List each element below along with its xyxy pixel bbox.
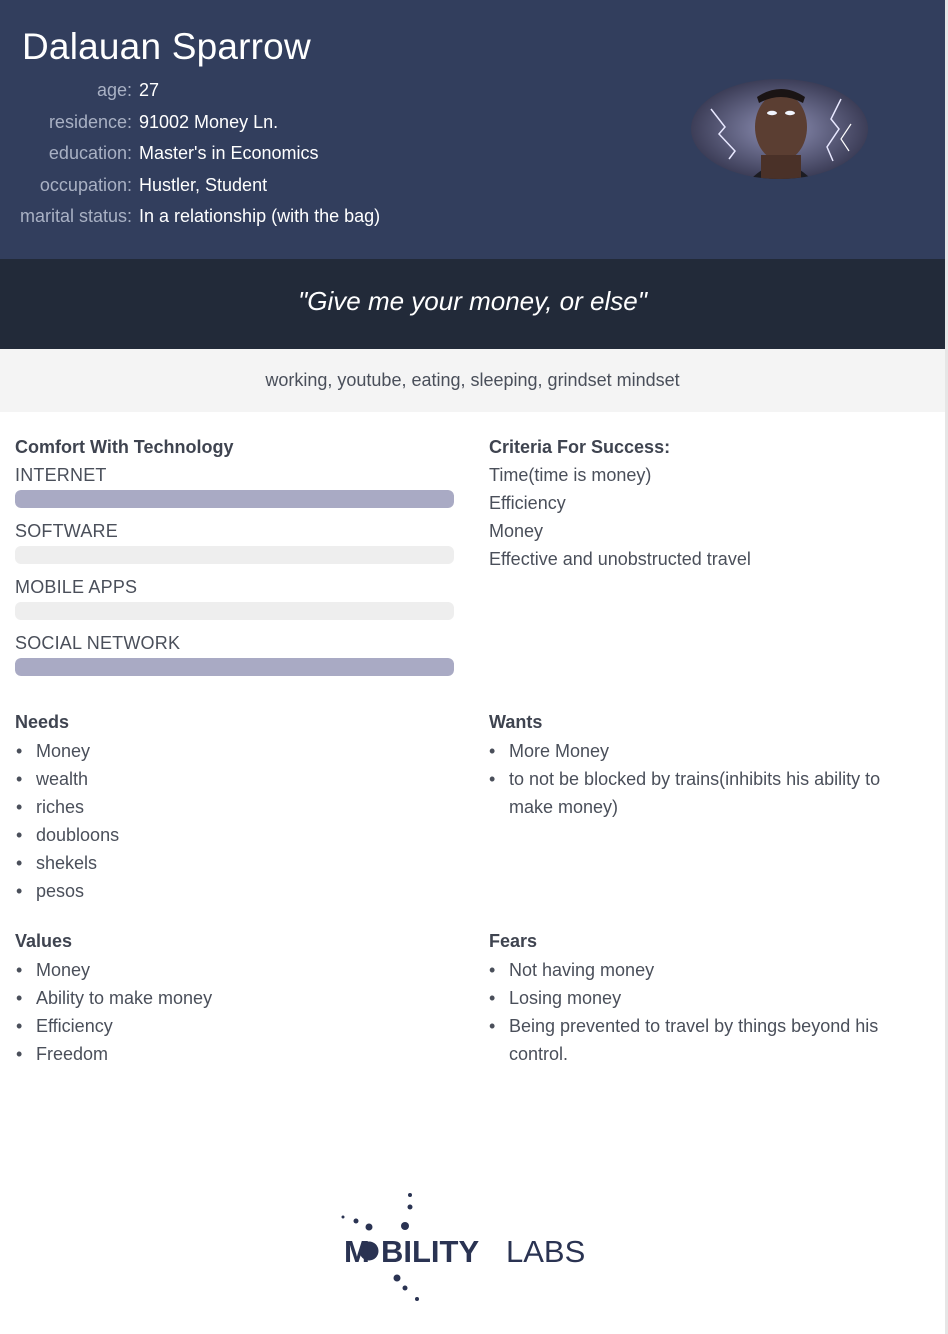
persona-hobbies: working, youtube, eating, sleeping, grin… [265, 370, 680, 390]
fact-label: education: [48, 143, 132, 163]
tech-bar-software [15, 546, 454, 564]
tech-bar-social-network [15, 658, 454, 676]
wants-list: More Money to not be blocked by trains(i… [489, 737, 909, 821]
list-item: Being prevented to travel by things beyo… [489, 1012, 909, 1068]
list-item: to not be blocked by trains(inhibits his… [489, 765, 909, 821]
logo-letter-m: M [344, 1234, 370, 1269]
avatar-photo [691, 79, 868, 179]
persona-page: Dalauan Sparrow age: 27 residence: 91002… [0, 0, 945, 1334]
values-list: Money Ability to make money Efficiency F… [16, 956, 446, 1068]
persona-name: Dalauan Sparrow [22, 26, 311, 67]
wants-title: Wants [489, 712, 543, 732]
criteria-item: Efficiency [489, 493, 566, 513]
list-item: riches [16, 793, 446, 821]
tech-title: Comfort With Technology [15, 437, 234, 457]
tech-label-social-network: SOCIAL NETWORK [15, 633, 181, 653]
list-item: Money [16, 956, 446, 984]
logo-text-labs: LABS [506, 1234, 585, 1269]
mobility-labs-logo: M BILITY LABS [336, 1190, 606, 1305]
list-item: doubloons [16, 821, 446, 849]
persona-avatar [691, 79, 868, 179]
fact-value: 91002 Money Ln. [139, 112, 279, 132]
fact-value: Master's in Economics [139, 143, 319, 163]
logo-text-bility: BILITY [381, 1234, 479, 1269]
list-item: Money [16, 737, 446, 765]
tech-bar-fill [15, 658, 454, 676]
list-item: shekels [16, 849, 446, 877]
fact-value: Hustler, Student [139, 175, 268, 195]
needs-list: Money wealth riches doubloons shekels pe… [16, 737, 446, 905]
criteria-item: Time(time is money) [489, 465, 652, 485]
fact-label: age: [96, 80, 132, 100]
tech-label-software: SOFTWARE [15, 521, 118, 541]
fact-value: In a relationship (with the bag) [139, 206, 381, 226]
values-title: Values [15, 931, 73, 951]
criteria-item: Money [489, 521, 544, 541]
list-item: wealth [16, 765, 446, 793]
fact-label: residence: [48, 112, 132, 132]
needs-title: Needs [15, 712, 70, 732]
tech-bar-internet [15, 490, 454, 508]
criteria-item: Effective and unobstructed travel [489, 549, 751, 569]
list-item: More Money [489, 737, 909, 765]
fact-label: occupation: [39, 175, 132, 195]
tech-bar-mobile-apps [15, 602, 454, 620]
logo-mark: M BILITY LABS [341, 1193, 585, 1301]
list-item: Ability to make money [16, 984, 446, 1012]
fact-label: marital status: [19, 206, 132, 226]
fears-title: Fears [489, 931, 538, 951]
list-item: Not having money [489, 956, 909, 984]
persona-quote: "Give me your money, or else" [298, 286, 647, 316]
criteria-title: Criteria For Success: [489, 437, 671, 457]
list-item: Losing money [489, 984, 909, 1012]
fears-list: Not having money Losing money Being prev… [489, 956, 909, 1068]
persona-header: Dalauan Sparrow age: 27 residence: 91002… [0, 0, 945, 259]
list-item: pesos [16, 877, 446, 905]
list-item: Freedom [16, 1040, 446, 1068]
list-item: Efficiency [16, 1012, 446, 1040]
tech-label-mobile-apps: MOBILE APPS [15, 577, 138, 597]
tech-label-internet: INTERNET [15, 465, 107, 485]
tech-bar-fill [15, 490, 454, 508]
fact-value: 27 [139, 80, 160, 100]
